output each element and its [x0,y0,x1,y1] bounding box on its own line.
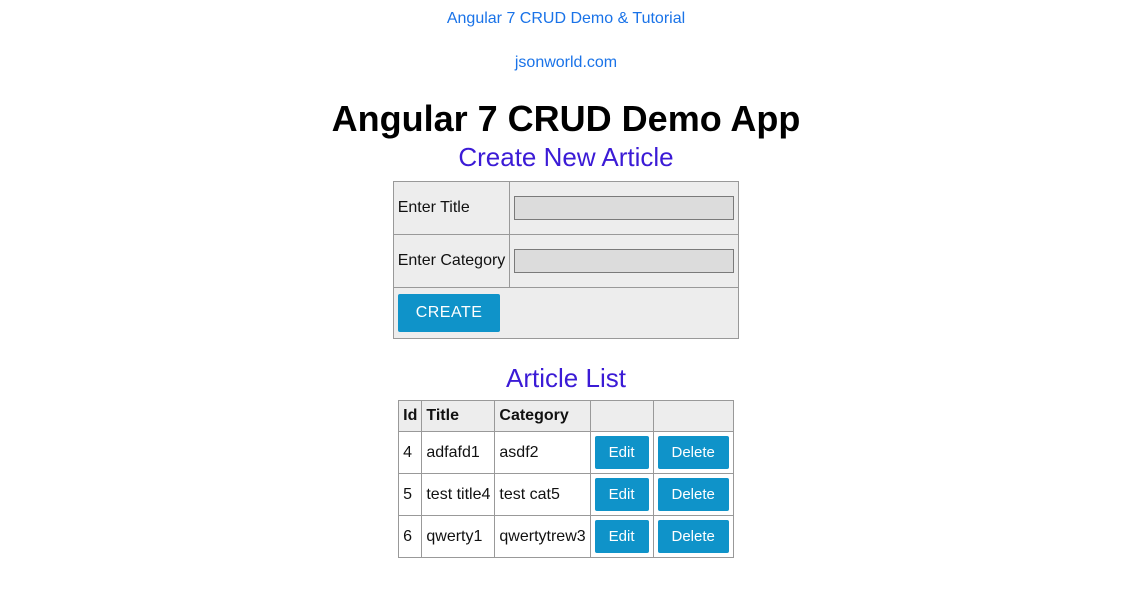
cell-delete: Delete [653,432,733,474]
list-heading: Article List [0,363,1132,394]
cell-id: 6 [399,516,422,558]
title-input-cell [510,182,739,235]
cell-delete: Delete [653,474,733,516]
site-link[interactable]: jsonworld.com [515,54,617,72]
create-heading: Create New Article [0,142,1132,173]
cell-edit: Edit [590,432,653,474]
category-input[interactable] [514,249,734,273]
edit-button[interactable]: Edit [595,520,649,553]
cell-title: adfafd1 [422,432,495,474]
col-category: Category [495,401,590,432]
delete-button[interactable]: Delete [658,436,729,469]
cell-delete: Delete [653,516,733,558]
title-input[interactable] [514,196,734,220]
cell-id: 5 [399,474,422,516]
cell-edit: Edit [590,474,653,516]
create-button-row: CREATE [393,288,739,339]
cell-category: qwertytrew3 [495,516,590,558]
edit-button[interactable]: Edit [595,436,649,469]
article-list-table: Id Title Category 4adfafd1asdf2EditDelet… [398,400,734,558]
cell-title: qwerty1 [422,516,495,558]
table-row: 6qwerty1qwertytrew3Edit Delete [399,516,734,558]
table-row: 5test title4test cat5Edit Delete [399,474,734,516]
cell-id: 4 [399,432,422,474]
cell-category: asdf2 [495,432,590,474]
delete-button[interactable]: Delete [658,520,729,553]
page-title: Angular 7 CRUD Demo App [0,98,1132,140]
category-input-cell [510,235,739,288]
delete-button[interactable]: Delete [658,478,729,511]
cell-edit: Edit [590,516,653,558]
edit-button[interactable]: Edit [595,478,649,511]
cell-category: test cat5 [495,474,590,516]
tutorial-link[interactable]: Angular 7 CRUD Demo & Tutorial [447,10,685,28]
header-links: Angular 7 CRUD Demo & Tutorial jsonworld… [0,0,1132,80]
col-id: Id [399,401,422,432]
create-button[interactable]: CREATE [398,294,501,332]
title-label: Enter Title [393,182,510,235]
col-edit [590,401,653,432]
create-form-table: Enter Title Enter Category CREATE [393,181,740,339]
col-title: Title [422,401,495,432]
category-label: Enter Category [393,235,510,288]
cell-title: test title4 [422,474,495,516]
table-row: 4adfafd1asdf2Edit Delete [399,432,734,474]
col-delete [653,401,733,432]
